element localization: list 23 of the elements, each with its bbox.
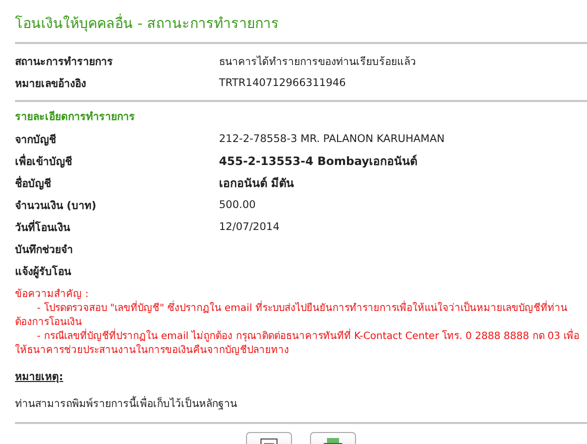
field-label: บันทึกช่วยจำ [15,242,73,258]
field-label: ชื่อบัญชี [15,174,51,192]
important-message: - โปรดตรวจสอบ "เลขที่บัญชี" ซึ่งปรากฏใน email ที่ระบบส่งไปยืนยันการทำรายการเพื่อให้แน่ใจว่าเป็นหมายเลขบัญชีที่ท่านต้องการโอนเงิน [15,302,583,330]
field-label: เพื่อเข้าบัญชี [15,152,72,170]
field-label: แจ้งผู้รับโอน [15,264,71,280]
field-value: 455-2-13553-4 Bombayเอกอนันต์ [219,153,418,170]
field-value: 12/07/2014 [219,221,280,233]
field-label: วันที่โอนเงิน [15,218,70,236]
field-label: จำนวนเงิน (บาท) [15,198,96,214]
important-message: - กรณีเลขที่บัญชีที่ปรากฏใน email ไม่ถูกต้อง กรุณาติดต่อธนาคารทันทีที่ K-Contact Center โทร. 0 2888 8888 กด 03 เพื่อให้ธนาคารช่วยประสานงานในการขอเงินคืนจากบัญชีปลายทาง [15,330,583,358]
note-heading: หมายเหตุ: [15,370,64,385]
field-label: หมายเลขอ้างอิง [15,76,86,92]
important-heading: ข้อความสำคัญ : [15,288,89,302]
section-heading: รายละเอียดการทำรายการ [15,110,136,125]
note-text: ท่านสามารถพิมพ์รายการนี้เพื่อเก็บไว้เป็นหลักฐาน [15,395,237,412]
field-value: ธนาคารได้ทำรายการของท่านเรียบร้อยแล้ว [219,54,416,70]
field-label: จากบัญชี [15,132,56,148]
field-value: 500.00 [219,199,256,211]
page-title: โอนเงินให้บุคคลอื่น - สถานะการทำรายการ [15,14,587,34]
field-value: 212-2-78558-3 MR. PALANON KARUHAMAN [219,133,445,145]
field-value: เอกอนันต์ มีตัน [219,175,294,192]
field-label: สถานะการทำรายการ [15,54,113,70]
field-value: TRTR140712966311946 [219,77,346,89]
